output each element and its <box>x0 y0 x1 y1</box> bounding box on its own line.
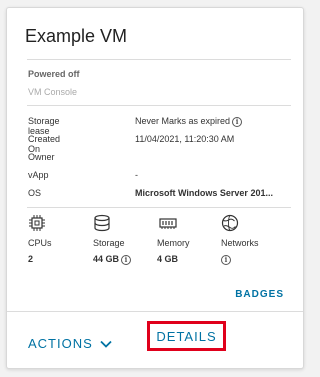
resource-value: 44 GB i <box>93 254 153 265</box>
resource-label: Storage <box>93 238 125 248</box>
resource-storage: Storage 44 GB i <box>93 214 153 265</box>
memory-icon <box>159 218 177 229</box>
network-icon <box>221 214 239 232</box>
info-icon[interactable]: i <box>121 254 132 265</box>
prop-value: Never Marks as expired i <box>135 116 243 127</box>
prop-key: OS <box>28 188 42 198</box>
resource-value: 2 <box>28 254 34 264</box>
prop-key: Storage lease <box>28 116 60 136</box>
info-icon[interactable]: i <box>232 116 243 127</box>
resource-label: CPUs <box>28 238 52 248</box>
badges-link[interactable]: BADGES <box>235 289 284 300</box>
prop-value: Microsoft Windows Server 201... <box>135 188 273 198</box>
divider <box>27 105 291 106</box>
divider <box>27 59 291 60</box>
prop-value: 11/04/2021, 11:20:30 AM <box>135 134 235 144</box>
vm-card: Example VM Powered off VM Console Storag… <box>6 7 304 369</box>
resource-value: i <box>221 254 281 265</box>
storage-icon <box>94 214 110 232</box>
cpu-icon <box>29 215 45 231</box>
power-status: Powered off <box>28 69 80 79</box>
resource-label: Memory <box>157 238 190 248</box>
resource-value: 4 GB <box>157 254 179 264</box>
resource-networks: Networks i <box>221 214 281 265</box>
divider <box>7 311 303 312</box>
prop-key: vApp <box>28 170 49 180</box>
resource-label: Networks <box>221 238 259 248</box>
resource-cpus: CPUs 2 <box>28 214 88 264</box>
divider <box>27 207 291 208</box>
info-icon[interactable]: i <box>221 254 231 265</box>
prop-key: Created On <box>28 134 61 154</box>
resource-memory: Memory 4 GB <box>157 214 217 264</box>
prop-key: Owner <box>28 152 55 162</box>
actions-label: ACTIONS <box>28 336 93 351</box>
chevron-down-icon <box>100 340 112 348</box>
actions-button[interactable]: ACTIONS <box>28 336 112 351</box>
prop-value: - <box>135 170 138 180</box>
vm-title: Example VM <box>25 26 128 46</box>
vm-console-link[interactable]: VM Console <box>28 87 77 97</box>
details-button[interactable]: DETAILS <box>147 321 226 351</box>
